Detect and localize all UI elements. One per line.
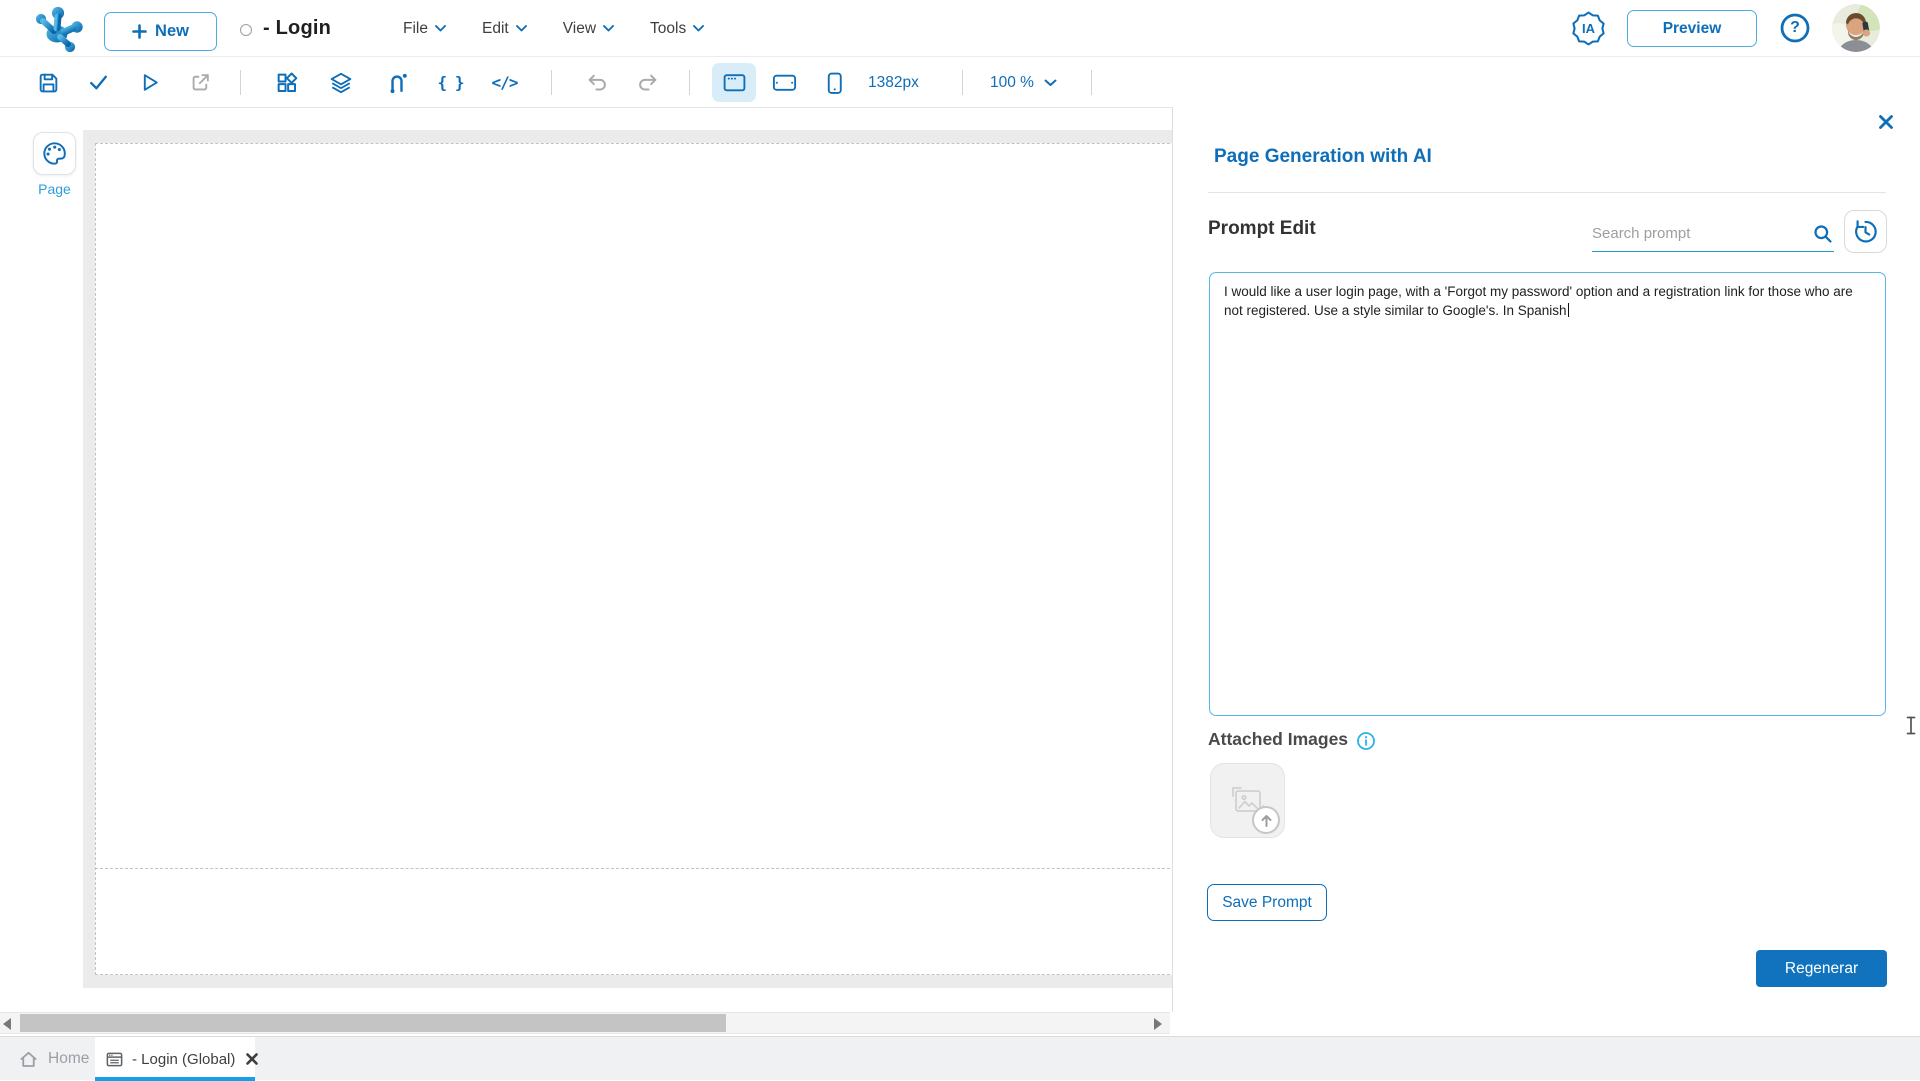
- scroll-left-arrow[interactable]: [3, 1018, 11, 1030]
- export-icon[interactable]: [182, 64, 219, 101]
- device-desktop-toggle[interactable]: [712, 63, 756, 102]
- search-icon[interactable]: [1812, 223, 1834, 245]
- tab-login-label: - Login (Global): [132, 1050, 236, 1068]
- plus-icon: [132, 24, 147, 39]
- save-prompt-button[interactable]: Save Prompt: [1207, 884, 1327, 921]
- menu-tools[interactable]: Tools: [650, 20, 705, 38]
- window-icon: [105, 1050, 124, 1069]
- device-phone-toggle[interactable]: [816, 64, 853, 101]
- components-icon[interactable]: [268, 64, 305, 101]
- toolbar-divider: [1091, 70, 1092, 95]
- zoom-value: 100 %: [990, 73, 1034, 91]
- braces-icon[interactable]: { }: [432, 64, 469, 101]
- menu-file[interactable]: File: [403, 20, 446, 38]
- panel-divider: [1208, 192, 1886, 193]
- panel-title: Page Generation with AI: [1214, 146, 1432, 167]
- ai-badge-label: IA: [1582, 21, 1595, 36]
- prompt-edit-heading: Prompt Edit: [1208, 218, 1316, 239]
- help-icon[interactable]: ?: [1778, 11, 1812, 45]
- save-icon[interactable]: [30, 64, 67, 101]
- undo-icon[interactable]: [579, 64, 616, 101]
- document-title: - Login: [263, 17, 332, 39]
- document-status-icon: [240, 24, 252, 36]
- menu-bar: File Edit View Tools: [403, 0, 705, 57]
- menu-edit[interactable]: Edit: [482, 20, 527, 38]
- page-palette-label: Page: [38, 181, 71, 197]
- prompt-history-button[interactable]: [1844, 210, 1887, 253]
- editor-toolbar: { } </> 1382px 100 %: [0, 57, 1920, 108]
- connections-icon[interactable]: [378, 64, 415, 101]
- new-button[interactable]: New: [104, 12, 217, 51]
- canvas-page[interactable]: [95, 143, 1172, 975]
- mouse-ibeam-cursor: [1906, 716, 1916, 735]
- zoom-select[interactable]: 100 %: [990, 57, 1057, 108]
- scrollbar-thumb[interactable]: [20, 1014, 726, 1032]
- design-workspace: [83, 130, 1172, 988]
- prompt-textarea[interactable]: I would like a user login page, with a '…: [1209, 272, 1886, 716]
- code-icon[interactable]: </>: [486, 64, 523, 101]
- ai-badge[interactable]: IA: [1570, 10, 1607, 47]
- scroll-right-arrow[interactable]: [1154, 1018, 1162, 1030]
- horizontal-scrollbar[interactable]: [0, 1012, 1170, 1034]
- document-tab-bar: Home - Login (Global): [0, 1036, 1920, 1081]
- chevron-down-icon: [1044, 79, 1057, 87]
- run-icon[interactable]: [131, 64, 168, 101]
- layers-icon[interactable]: [322, 64, 359, 101]
- tab-home[interactable]: Home: [10, 1037, 97, 1081]
- check-icon[interactable]: [80, 64, 117, 101]
- tab-login-global[interactable]: - Login (Global): [95, 1037, 259, 1081]
- chevron-down-icon: [693, 25, 705, 32]
- close-icon[interactable]: [1878, 114, 1898, 134]
- search-prompt-field: [1592, 216, 1834, 252]
- search-prompt-input[interactable]: [1592, 225, 1812, 242]
- upload-image-icon[interactable]: [1252, 806, 1280, 834]
- tab-close-icon[interactable]: [245, 1052, 259, 1066]
- canvas-section-divider: [95, 868, 1172, 869]
- regenerate-button[interactable]: Regenerar: [1756, 950, 1887, 987]
- home-icon: [18, 1049, 39, 1070]
- app-logo-icon: [26, 6, 84, 52]
- chevron-down-icon: [603, 25, 614, 32]
- user-avatar[interactable]: [1832, 4, 1880, 52]
- palette-icon: [41, 140, 68, 167]
- menu-view[interactable]: View: [563, 20, 614, 38]
- toolbar-divider: [240, 70, 241, 95]
- chevron-down-icon: [515, 25, 527, 32]
- toolbar-divider: [962, 70, 963, 95]
- info-icon[interactable]: [1356, 731, 1376, 751]
- toolbar-divider: [551, 70, 552, 95]
- toolbar-divider: [689, 70, 690, 95]
- active-tab-indicator: [95, 1077, 255, 1081]
- attached-images-label: Attached Images: [1208, 729, 1349, 749]
- prompt-text: I would like a user login page, with a '…: [1224, 284, 1853, 318]
- history-icon: [1852, 218, 1879, 245]
- canvas-width-indicator[interactable]: 1382px: [868, 57, 919, 108]
- page-palette-button[interactable]: [33, 132, 76, 175]
- app-header: New - Login File Edit View Tools IA Prev…: [0, 0, 1920, 57]
- new-button-label: New: [155, 22, 189, 40]
- tab-home-label: Home: [48, 1050, 90, 1067]
- chevron-down-icon: [435, 25, 446, 32]
- device-tablet-toggle[interactable]: [766, 64, 803, 101]
- preview-button[interactable]: Preview: [1627, 10, 1757, 47]
- text-caret: [1567, 302, 1569, 317]
- redo-icon[interactable]: [629, 64, 666, 101]
